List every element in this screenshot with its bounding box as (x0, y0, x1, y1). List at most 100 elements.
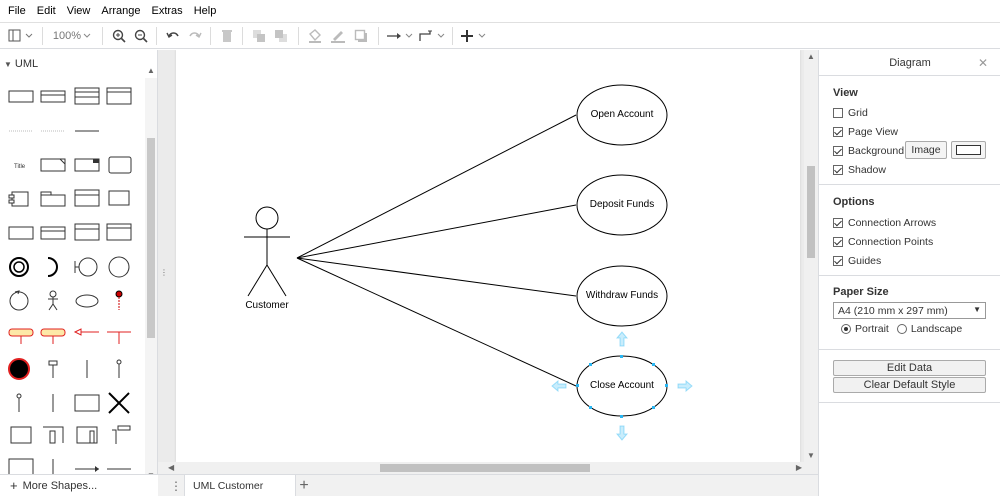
menu-extras[interactable]: Extras (148, 0, 187, 22)
actor-customer[interactable] (244, 206, 290, 297)
sidebar-scroll-thumb[interactable] (147, 138, 155, 338)
scroll-right-arrow[interactable]: ▶ (796, 463, 802, 472)
canvas-v-scroll-thumb[interactable] (807, 166, 815, 258)
edit-data-button[interactable]: Edit Data (833, 360, 986, 376)
uml-shape-thumbnail[interactable] (72, 118, 102, 144)
uml-shape-thumbnail[interactable] (38, 152, 68, 178)
uml-shape-thumbnail[interactable] (72, 84, 102, 110)
uml-shape-thumbnail[interactable] (38, 118, 68, 144)
uml-shape-thumbnail[interactable] (104, 322, 134, 348)
uml-shape-thumbnail[interactable] (104, 422, 134, 448)
view-panels-button[interactable] (6, 25, 36, 47)
uml-shape-thumbnail[interactable] (72, 390, 102, 416)
landscape-radio[interactable] (896, 324, 907, 334)
scroll-up-arrow[interactable]: ▲ (807, 52, 815, 61)
uml-shape-thumbnail[interactable] (72, 422, 102, 448)
uml-shape-thumbnail[interactable] (6, 118, 36, 144)
uml-shape-thumbnail[interactable] (38, 322, 68, 348)
uml-shape-thumbnail[interactable] (104, 356, 134, 382)
sidebar-collapse-handle[interactable]: ⋮ (160, 268, 168, 277)
menu-view[interactable]: View (63, 0, 95, 22)
waypoints-button[interactable] (418, 25, 446, 47)
scroll-down-arrow[interactable]: ▼ (807, 451, 815, 460)
background-checkbox[interactable] (833, 146, 843, 156)
uml-library-header[interactable]: ▼ UML (0, 56, 38, 72)
uml-shape-thumbnail[interactable] (72, 356, 102, 382)
uml-shape-thumbnail[interactable] (38, 422, 68, 448)
uml-shape-thumbnail[interactable] (72, 186, 102, 212)
menu-file[interactable]: File (4, 0, 30, 22)
add-page-button[interactable]: + (293, 476, 315, 496)
uml-shape-thumbnail[interactable] (38, 84, 68, 110)
background-color-button[interactable] (951, 141, 986, 159)
canvas-vertical-scrollbar[interactable]: ▲ ▼ (804, 50, 818, 462)
diagram-page[interactable]: Customer Open Account Deposit Funds With… (176, 50, 800, 462)
uml-shape-thumbnail[interactable] (72, 220, 102, 246)
uml-shape-thumbnail[interactable] (104, 186, 134, 212)
to-front-button[interactable] (250, 25, 268, 47)
guides-checkbox[interactable] (833, 256, 843, 266)
connector-deposit-funds[interactable] (296, 204, 577, 259)
uml-shape-thumbnail[interactable] (6, 254, 36, 280)
background-checkbox-row[interactable]: Background (833, 143, 904, 159)
uml-shape-thumbnail[interactable] (38, 356, 68, 382)
uml-shape-thumbnail[interactable] (6, 322, 36, 348)
clear-default-style-button[interactable]: Clear Default Style (833, 377, 986, 393)
fill-color-button[interactable] (306, 25, 324, 47)
tab-uml-customer[interactable]: UML Customer (184, 475, 296, 496)
menu-help[interactable]: Help (190, 0, 221, 22)
uml-shape-thumbnail[interactable] (72, 152, 102, 178)
uml-shape-thumbnail[interactable] (72, 288, 102, 314)
connection-arrows-checkbox[interactable] (833, 218, 843, 228)
pages-menu-button[interactable]: ⋮ (166, 475, 186, 496)
uml-shape-thumbnail[interactable] (6, 288, 36, 314)
to-back-button[interactable] (272, 25, 290, 47)
uml-shape-thumbnail[interactable] (6, 390, 36, 416)
connector-open-account[interactable] (296, 114, 577, 259)
uml-shape-thumbnail[interactable] (6, 84, 36, 110)
canvas-h-scroll-thumb[interactable] (380, 464, 590, 472)
uml-shape-thumbnail[interactable] (104, 288, 134, 314)
more-shapes-button[interactable]: + More Shapes... (0, 474, 158, 496)
uml-shape-thumbnail[interactable] (72, 254, 102, 280)
uml-shape-thumbnail[interactable] (6, 186, 36, 212)
uml-shape-thumbnail[interactable] (38, 254, 68, 280)
zoom-in-button[interactable] (110, 25, 128, 47)
portrait-radio[interactable] (841, 324, 851, 334)
paper-size-select[interactable]: A4 (210 mm x 297 mm) ▼ (833, 302, 986, 319)
uml-shape-thumbnail[interactable]: Title (6, 152, 36, 178)
insert-button[interactable] (460, 25, 488, 47)
uml-shape-thumbnail[interactable] (104, 84, 134, 110)
redo-button[interactable] (186, 25, 204, 47)
background-image-button[interactable]: Image (905, 141, 947, 159)
guides-row[interactable]: Guides (833, 253, 881, 269)
uml-shape-thumbnail[interactable] (104, 254, 134, 280)
uml-shape-thumbnail[interactable] (38, 186, 68, 212)
canvas-horizontal-scrollbar[interactable]: ◀ ▶ (158, 462, 818, 474)
delete-button[interactable] (218, 25, 236, 47)
page-view-checkbox[interactable] (833, 127, 843, 137)
uml-shape-thumbnail[interactable] (6, 422, 36, 448)
uml-shape-thumbnail[interactable] (6, 220, 36, 246)
sidebar-scrollbar[interactable]: ▲ ▼ (145, 66, 157, 480)
undo-button[interactable] (164, 25, 182, 47)
connection-arrows-row[interactable]: Connection Arrows (833, 215, 936, 231)
menu-edit[interactable]: Edit (33, 0, 60, 22)
zoom-out-button[interactable] (132, 25, 150, 47)
scroll-up-arrow[interactable]: ▲ (147, 66, 155, 75)
page-view-checkbox-row[interactable]: Page View (833, 124, 898, 140)
grid-checkbox[interactable] (833, 108, 843, 118)
menu-arrange[interactable]: Arrange (97, 0, 144, 22)
uml-shape-thumbnail[interactable] (6, 356, 36, 382)
uml-shape-thumbnail[interactable] (104, 390, 134, 416)
connection-style-button[interactable] (386, 25, 414, 47)
shadow-checkbox-row[interactable]: Shadow (833, 162, 886, 178)
scroll-left-arrow[interactable]: ◀ (168, 463, 174, 472)
uml-shape-thumbnail[interactable] (38, 288, 68, 314)
uml-shape-thumbnail[interactable] (72, 322, 102, 348)
zoom-dropdown[interactable]: 100% (50, 25, 96, 47)
shadow-checkbox[interactable] (833, 165, 843, 175)
uml-shape-thumbnail[interactable] (104, 152, 134, 178)
close-icon[interactable]: ✕ (978, 56, 988, 70)
connection-points-row[interactable]: Connection Points (833, 234, 933, 250)
